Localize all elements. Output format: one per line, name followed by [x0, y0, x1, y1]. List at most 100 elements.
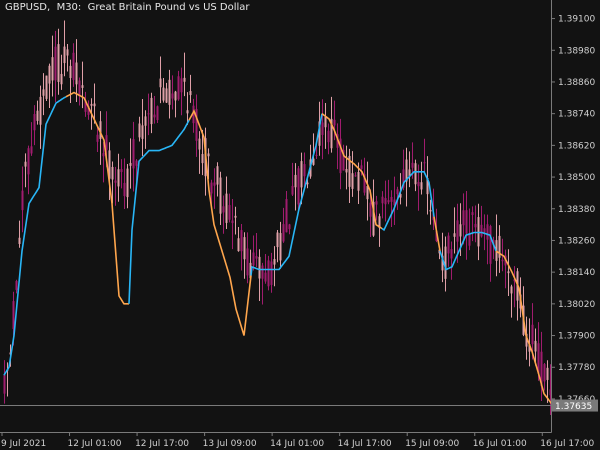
candle-body	[387, 200, 390, 203]
candle-body	[501, 259, 504, 262]
candle-body	[471, 212, 474, 216]
candle-body	[354, 175, 357, 177]
candle-body	[453, 233, 456, 237]
candle-body	[396, 189, 399, 195]
candle-body	[165, 88, 168, 103]
candle-body	[423, 162, 426, 164]
indicator-line-segment	[128, 119, 190, 304]
candle-body	[234, 215, 237, 218]
candle-body	[171, 93, 174, 99]
candle-body	[264, 272, 267, 282]
candle-body	[174, 91, 177, 101]
candle-body	[129, 162, 132, 166]
current-price-tag: 1.37635	[552, 399, 598, 412]
candle-body	[420, 182, 423, 190]
price-tick-label: 1.37900	[558, 332, 595, 342]
candle-body	[24, 161, 27, 167]
time-tick-label: 9 Jul 2021	[1, 439, 46, 449]
candle-body	[132, 139, 135, 169]
time-tick-label: 16 Jul 17:00	[540, 439, 594, 449]
candle-body	[465, 210, 468, 234]
candle-body	[123, 182, 126, 197]
candle-body	[360, 165, 363, 169]
candle-body	[357, 172, 360, 191]
candle-body	[324, 116, 327, 128]
candles-layer	[3, 20, 552, 415]
candle-body	[18, 237, 21, 244]
candle-body	[75, 62, 78, 85]
price-scale[interactable]: 1.39100 1.38980 1.38860 1.38740 1.38620 1.385…	[551, 15, 595, 405]
candle-body	[315, 154, 318, 156]
candle-body	[90, 103, 93, 106]
candle-body	[543, 364, 546, 382]
candle-body	[225, 193, 228, 223]
candle-body	[78, 80, 81, 97]
candle-body	[30, 146, 33, 154]
candle-body	[51, 57, 54, 81]
candle-body	[3, 374, 6, 394]
candle-body	[276, 232, 279, 248]
candle-body	[288, 224, 291, 230]
candle-body	[117, 169, 120, 187]
candle-body	[375, 201, 378, 205]
candle-body	[534, 340, 537, 352]
candle-body	[282, 224, 285, 242]
candle-body	[486, 224, 489, 240]
candle-body	[459, 224, 462, 237]
price-tick-label: 1.38020	[558, 300, 595, 310]
candle-body	[273, 259, 276, 265]
candle-body	[384, 198, 387, 205]
candle-body	[450, 249, 453, 259]
candle-body	[333, 119, 336, 126]
candle-body	[147, 113, 150, 115]
symbol-label: GBPUSD	[5, 2, 48, 13]
timeframe-label: M30	[56, 2, 78, 13]
price-tick-label: 1.38140	[558, 268, 595, 278]
candle-body	[177, 76, 180, 100]
price-tick-label: 1.38740	[558, 110, 595, 120]
candle-body	[510, 286, 513, 294]
candle-body	[381, 196, 384, 204]
time-tick-label: 13 Jul 09:00	[203, 439, 257, 449]
candle-body	[345, 168, 348, 173]
candle-body	[300, 161, 303, 188]
candle-body	[120, 169, 123, 173]
chart-window[interactable]: 1.39100 1.38980 1.38860 1.38740 1.38620 1.385…	[0, 0, 600, 450]
time-scale[interactable]: 9 Jul 2021 12 Jul 01:00 12 Jul 17:00 13 Jul…	[1, 432, 595, 449]
candle-body	[48, 65, 51, 84]
candle-body	[111, 166, 114, 180]
candle-body	[228, 205, 231, 220]
candle-body	[27, 148, 30, 175]
candle-body	[483, 228, 486, 233]
chart-canvas[interactable]: 1.39100 1.38980 1.38860 1.38740 1.38620 1.385…	[0, 0, 600, 450]
price-tick-label: 1.38980	[558, 46, 595, 56]
candle-body	[369, 202, 372, 217]
candle-body	[429, 209, 432, 212]
candle-body	[21, 190, 24, 211]
candle-body	[54, 46, 57, 81]
price-tick-label: 1.38260	[558, 236, 595, 246]
candle-body	[60, 73, 63, 85]
candle-body	[186, 110, 189, 114]
candle-body	[297, 168, 300, 205]
candle-body	[162, 87, 165, 101]
candle-body	[135, 160, 138, 166]
time-tick-label: 15 Jul 09:00	[405, 439, 459, 449]
chart-title: GBPUSD, M30: Great Britain Pound vs US D…	[5, 2, 250, 13]
candle-body	[183, 77, 186, 82]
candle-body	[114, 180, 117, 183]
candle-body	[291, 185, 294, 195]
time-tick-label: 12 Jul 17:00	[135, 439, 189, 449]
candle-body	[153, 114, 156, 118]
candle-body	[246, 248, 249, 276]
candle-body	[219, 177, 222, 214]
candle-body	[159, 78, 162, 88]
candle-body	[285, 199, 288, 233]
candle-body	[180, 78, 183, 93]
candle-body	[279, 233, 282, 261]
candle-body	[261, 265, 264, 279]
candle-body	[303, 164, 306, 177]
candle-body	[267, 260, 270, 287]
candle-body	[210, 182, 213, 194]
time-tick-label: 16 Jul 01:00	[473, 439, 527, 449]
